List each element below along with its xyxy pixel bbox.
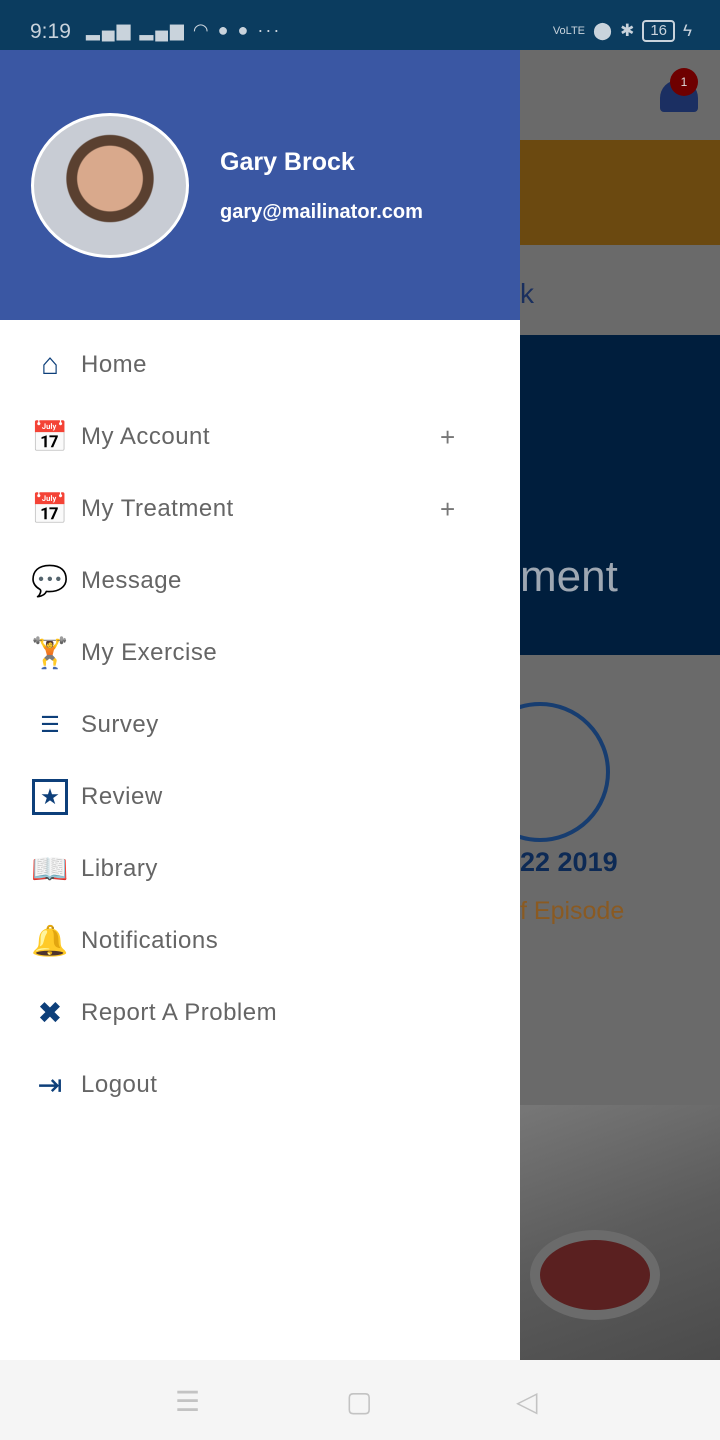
menu-label: Message [81, 567, 182, 594]
user-name: Gary Brock [220, 148, 355, 176]
status-bar: 9:19 ▂▄▆ ▂▄▆ ◠ ● ● ··· VoLTE ⬤ ✱ 16 ϟ [0, 0, 720, 50]
menu-label: My Treatment [81, 495, 234, 522]
battery-icon: 16 [642, 20, 675, 42]
bell-icon: 🔔 [31, 924, 69, 958]
partial-episode: f Episode [520, 897, 625, 925]
notification-badge: 1 [670, 68, 698, 96]
chat-icon: 💬 [31, 564, 69, 598]
banner [520, 140, 720, 245]
menu-item-message[interactable]: 💬 Message [0, 545, 520, 617]
logout-icon: ⇥ [37, 1068, 63, 1102]
menu-label: Report A Problem [81, 999, 278, 1026]
back-icon[interactable]: ◁ [516, 1385, 538, 1418]
partial-title: ment [520, 552, 618, 601]
menu-item-review[interactable]: ★ Review [0, 761, 520, 833]
menu-item-my-treatment[interactable]: 📅 My Treatment + [0, 473, 520, 545]
menu-label: Review [81, 783, 163, 810]
calendar-clock-icon: 📅 [31, 492, 69, 526]
drawer-header: Gary Brock gary@mailinator.com [0, 50, 520, 320]
handshake-icon [520, 702, 610, 842]
weightlifter-icon: 🏋 [31, 636, 69, 670]
status-right: VoLTE ⬤ ✱ 16 ϟ [553, 20, 692, 42]
expand-icon[interactable]: + [440, 494, 455, 525]
menu-item-my-exercise[interactable]: 🏋 My Exercise [0, 617, 520, 689]
calendar-clock-icon: 📅 [31, 420, 69, 454]
dimmed-background-screen[interactable]: 1 k ment 22 2019 f Episode [520, 50, 720, 1360]
menu-label: Library [81, 855, 158, 882]
menu-item-survey[interactable]: ☰ Survey [0, 689, 520, 761]
menu-label: Logout [81, 1071, 158, 1098]
menu-label: Survey [81, 711, 159, 738]
menu-label: Notifications [81, 927, 219, 954]
user-email: gary@mailinator.com [220, 201, 423, 223]
signal-wifi-icons: ▂▄▆ ▂▄▆ ◠ ● ● ··· [86, 20, 282, 40]
partial-date: 22 2019 [520, 847, 618, 877]
avatar[interactable] [31, 113, 189, 258]
shield-graphic [530, 1230, 660, 1320]
menu-item-notifications[interactable]: 🔔 Notifications [0, 905, 520, 977]
open-book-icon: 📖 [31, 852, 69, 886]
status-time: 9:19 [30, 20, 71, 43]
menu-label: My Exercise [81, 639, 218, 666]
menu-item-library[interactable]: 📖 Library [0, 833, 520, 905]
menu-item-logout[interactable]: ⇥ Logout [0, 1049, 520, 1121]
menu-item-report-a-problem[interactable]: ✖ Report A Problem [0, 977, 520, 1049]
bluetooth-icon: ✱ [620, 21, 635, 40]
survey-icon: ☰ [40, 712, 60, 737]
tools-icon: ✖ [37, 996, 63, 1030]
navigation-drawer: Gary Brock gary@mailinator.com ⌂ Home 📅 My… [0, 50, 520, 1360]
system-nav-bar: ☰ ▢ ◁ [0, 1360, 720, 1440]
menu-item-home[interactable]: ⌂ Home [0, 329, 520, 401]
menu-label: Home [81, 351, 148, 378]
volte-icon: VoLTE [552, 25, 586, 37]
star-box-icon: ★ [32, 779, 68, 815]
title-card [520, 335, 720, 655]
location-icon: ⬤ [593, 21, 613, 40]
menu-icon[interactable]: ☰ [175, 1385, 200, 1418]
expand-icon[interactable]: + [440, 422, 455, 453]
home-icon: ⌂ [40, 348, 60, 381]
partial-text: k [520, 278, 534, 309]
drawer-menu: ⌂ Home 📅 My Account + 📅 My Treatment + 💬 Messa… [0, 329, 520, 1121]
menu-item-my-account[interactable]: 📅 My Account + [0, 401, 520, 473]
home-square-icon[interactable]: ▢ [346, 1385, 372, 1418]
menu-label: My Account [81, 423, 211, 450]
charging-icon: ϟ [683, 21, 692, 40]
